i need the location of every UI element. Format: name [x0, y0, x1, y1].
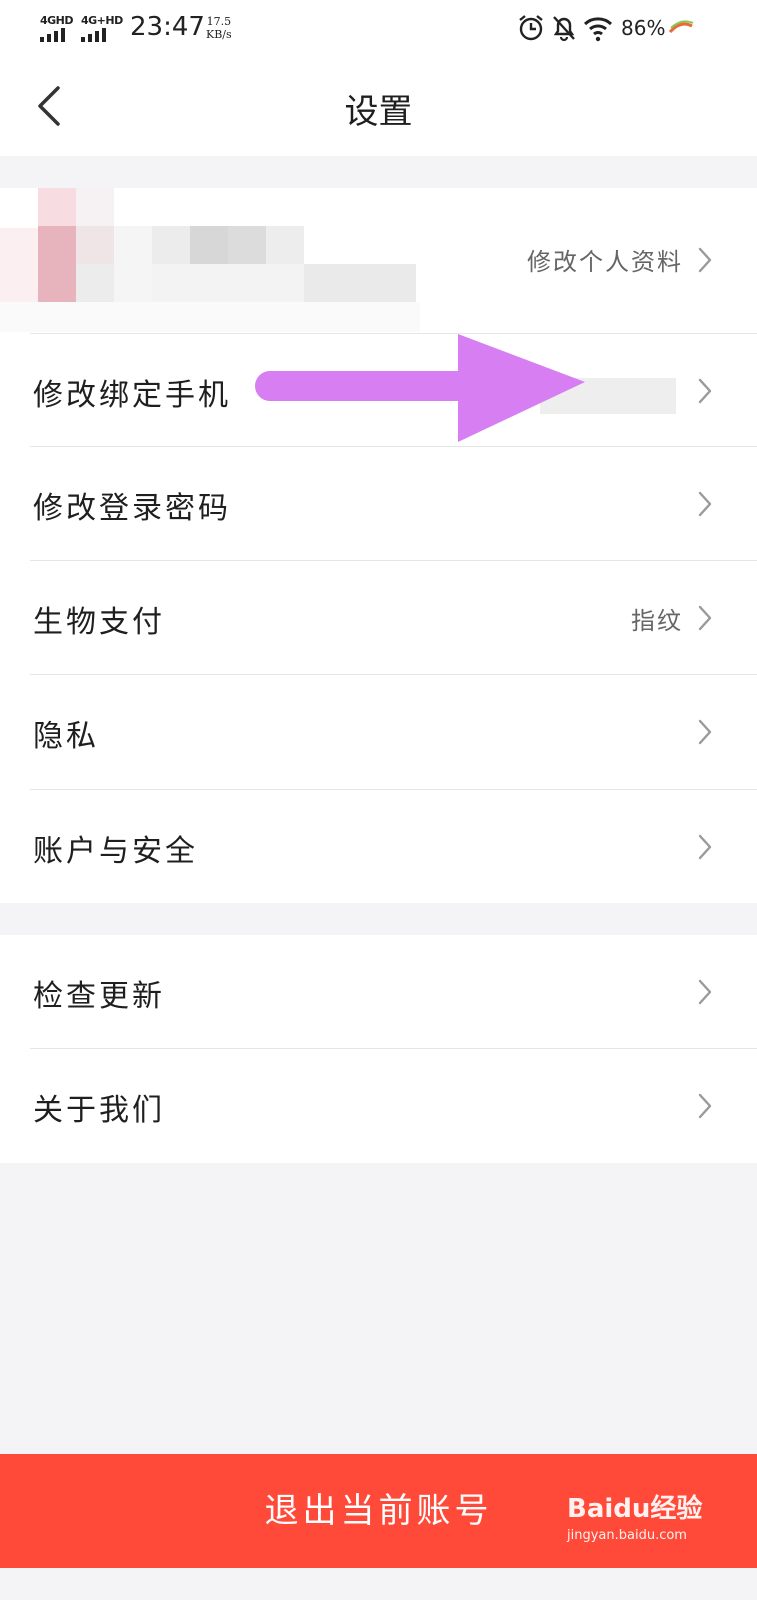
watermark-url: jingyan.baidu.com [567, 1528, 687, 1543]
menu-item-privacy[interactable]: 隐私 [0, 675, 757, 789]
network-type-2: 4G+HD [81, 14, 123, 27]
edit-profile-label: 修改个人资料 [527, 248, 683, 276]
chevron-right-icon [698, 719, 712, 745]
wifi-icon [583, 17, 613, 42]
menu-item-biometric-payment[interactable]: 生物支付 指纹 [0, 561, 757, 675]
chevron-right-icon [698, 247, 712, 273]
profile-row[interactable]: 修改个人资料 [0, 188, 757, 333]
masked-phone-number [540, 378, 676, 414]
menu-item-login-password[interactable]: 修改登录密码 [0, 447, 757, 561]
status-time: 23:47 [130, 12, 205, 42]
menu-item-bind-phone[interactable]: 修改绑定手机 [0, 334, 757, 448]
chevron-right-icon [698, 605, 712, 631]
menu-item-account-security[interactable]: 账户与安全 [0, 790, 757, 903]
chevron-right-icon [698, 1093, 712, 1119]
menu-item-label: 生物支付 [33, 605, 165, 640]
battery-charging-icon [668, 20, 694, 34]
menu-item-label: 隐私 [33, 719, 99, 754]
biometric-value: 指纹 [631, 607, 683, 635]
menu-item-label: 检查更新 [33, 979, 165, 1014]
menu-item-label: 修改登录密码 [33, 491, 231, 526]
status-bar: 4GHD 4G+HD 23:47 17.5 KB/s 86% [0, 0, 757, 56]
chevron-right-icon [698, 491, 712, 517]
chevron-right-icon [698, 979, 712, 1005]
chevron-right-icon [698, 834, 712, 860]
chevron-right-icon [698, 378, 712, 404]
header: 设置 [0, 56, 757, 156]
network-speed: 17.5 KB/s [206, 15, 232, 41]
watermark-brand: Baidu经验 [567, 1494, 703, 1524]
battery-percentage: 86% [621, 16, 666, 40]
menu-item-label: 账户与安全 [33, 834, 198, 869]
settings-group-app: 检查更新 关于我们 [0, 935, 757, 1163]
menu-item-label: 修改绑定手机 [33, 378, 231, 413]
avatar-mosaic [0, 188, 420, 333]
alarm-icon [519, 15, 543, 41]
page-title: 设置 [344, 92, 413, 132]
network-speed-value: 17.5 [206, 15, 232, 28]
settings-group-account: 修改个人资料 修改绑定手机 修改登录密码 生物支付 指纹 隐私 账户与安全 [0, 188, 757, 903]
silent-bell-icon [553, 16, 575, 42]
menu-item-label: 关于我们 [33, 1093, 165, 1128]
menu-item-about-us[interactable]: 关于我们 [0, 1049, 757, 1163]
network-type-1: 4GHD [40, 14, 74, 27]
menu-item-check-update[interactable]: 检查更新 [0, 935, 757, 1049]
baidu-watermark: Baidu经验 jingyan.baidu.com [567, 1488, 717, 1568]
bottom-strip [0, 1568, 757, 1600]
network-speed-unit: KB/s [206, 28, 232, 41]
